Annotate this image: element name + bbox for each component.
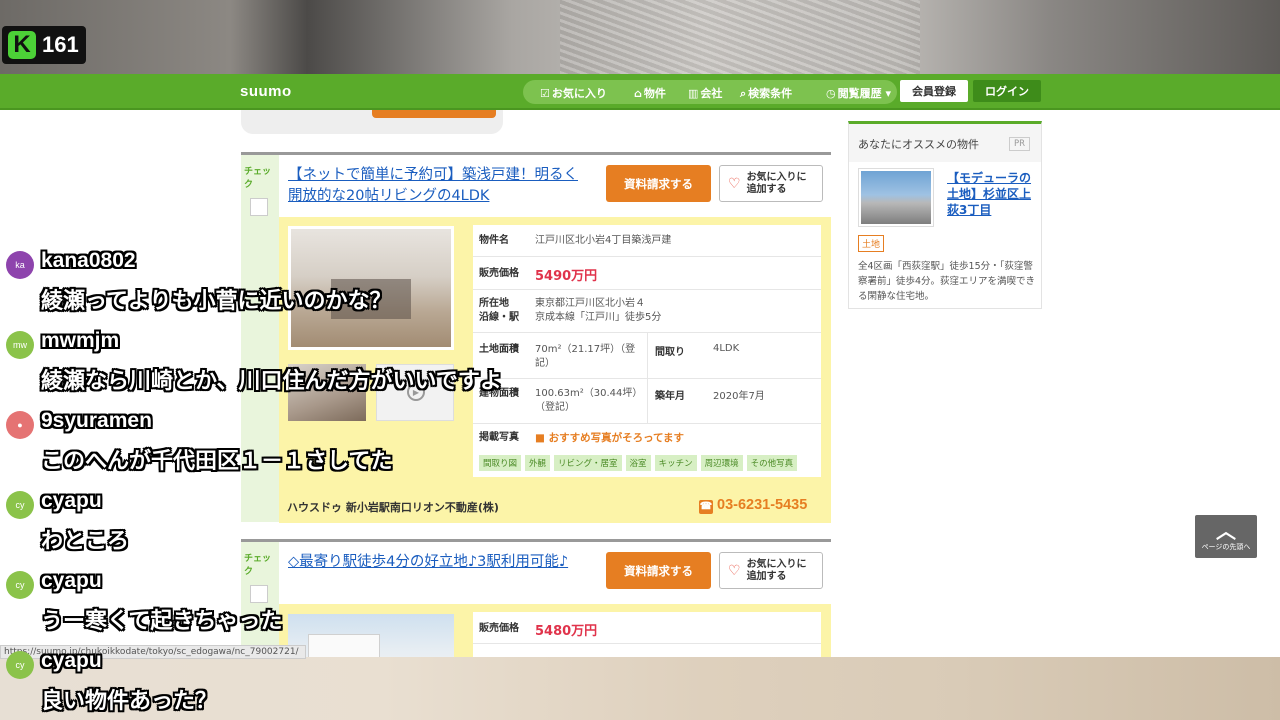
site-header: suumo ☑ お気に入り ⌂ 物件 ▥ 会社 ⌕ 検索条件 ◷ 閲覧履歴 ▾ 会員登録 … <box>0 74 1280 110</box>
search-icon: ⌕ <box>740 87 747 100</box>
photo-chip[interactable]: その他写真 <box>746 455 798 471</box>
check-tag: チェック <box>244 167 272 190</box>
recommendation-photo[interactable] <box>859 169 933 226</box>
detail-row-name: 物件名 江戸川区北小岩4丁目築浅戸建 <box>473 225 821 257</box>
photo-chip[interactable]: リビング・居室 <box>554 455 622 471</box>
chat-username: mwmjm <box>41 329 120 352</box>
photo-chip[interactable]: 周辺環境 <box>700 455 743 471</box>
nav-search-conditions[interactable]: ⌕ 検索条件 <box>740 85 792 101</box>
listing-title-link[interactable]: 【ネットで簡単に予約可】築浅戸建！明るく開放的な20帖リビングの4LDK <box>288 165 588 207</box>
listing-checkbox[interactable] <box>250 198 268 216</box>
recommendation-header: あなたにオススメの物件 PR <box>849 124 1041 162</box>
webcam-bottom <box>0 657 1280 720</box>
chat-text: わところ <box>41 529 130 554</box>
recommendation-link[interactable]: 【モデューラの土地】杉並区上荻3丁目 <box>947 170 1037 218</box>
nav-favorites[interactable]: ☑ お気に入り <box>540 85 607 101</box>
checkbox-icon: ☑ <box>540 87 550 100</box>
recommendation-description: 全4区画「西荻窪駅」徒歩15分・「荻窪警察署前」徒歩4分。荻窪エリアを満喫できる… <box>858 261 1036 302</box>
check-tag: チェック <box>244 554 272 577</box>
register-button[interactable]: 会員登録 <box>900 80 968 102</box>
listing-body: ▶ 物件名 江戸川区北小岩4丁目築浅戸建 販売価格 5490万円 所在地 東京都… <box>279 217 831 523</box>
status-bar-url: https://suumo.jp/chukoikkodate/tokyo/sc_… <box>0 645 306 659</box>
listing-checkbox[interactable] <box>250 585 268 603</box>
house-icon: ⌂ <box>634 87 642 100</box>
user-avatar: cy <box>6 571 34 599</box>
webcam-top <box>0 0 1280 74</box>
user-avatar: mw <box>6 331 34 359</box>
video-thumbnail[interactable]: ▶ <box>376 364 454 421</box>
chat-username: cyapu <box>41 489 102 512</box>
nav-properties[interactable]: ⌂ 物件 <box>634 85 666 101</box>
phone-icon: ☎ <box>699 500 713 514</box>
photo-chip[interactable]: 外観 <box>525 455 551 471</box>
category-tag: 土地 <box>858 235 885 252</box>
pr-badge: PR <box>1009 137 1031 151</box>
photo-chip[interactable]: 浴室 <box>625 455 651 471</box>
detail-row-building: 建物面積 100.63m²（30.44坪）（登記） 築年月 2020年7月 <box>473 379 821 424</box>
chat-username: 9syuramen <box>41 409 152 432</box>
chat-username: cyapu <box>41 569 102 592</box>
listing-title-link[interactable]: ◇最寄り駅徒歩4分の好立地♪3駅利用可能♪ <box>288 552 588 573</box>
add-favorite-button[interactable]: ♡ お気に入りに追加する <box>719 552 823 589</box>
chevron-up-icon: ︿ <box>1216 518 1236 543</box>
back-to-top-button[interactable]: ︿ ページの先頭へ <box>1195 515 1257 558</box>
detail-row-land: 土地面積 70m²（21.17坪）（登記） 間取り 4LDK <box>473 333 821 379</box>
photo-chip[interactable]: キッチン <box>654 455 697 471</box>
user-avatar: ka <box>6 251 34 279</box>
nav-companies[interactable]: ▥ 会社 <box>688 85 722 101</box>
clock-icon: ◷ <box>826 87 836 100</box>
suumo-logo[interactable]: suumo <box>240 83 292 100</box>
request-info-button[interactable]: 資料請求する <box>606 552 711 589</box>
add-favorite-button[interactable]: ♡ お気に入りに追加する <box>719 165 823 202</box>
user-avatar: cy <box>6 491 34 519</box>
phone-number[interactable]: ☎ 03-6231-5435 <box>699 497 807 514</box>
recommendation-title: あなたにオススメの物件 <box>858 138 979 151</box>
property-listing: チェック 【ネットで簡単に予約可】築浅戸建！明るく開放的な20帖リビングの4LD… <box>241 152 831 523</box>
heart-icon: ♡ <box>728 562 741 579</box>
price: 5480万円 <box>535 624 598 639</box>
request-info-button[interactable]: 資料請求する <box>606 165 711 202</box>
property-details: 物件名 江戸川区北小岩4丁目築浅戸建 販売価格 5490万円 所在地 東京都江戸… <box>473 225 821 477</box>
detail-row-price: 販売価格 5480万円 <box>473 612 821 644</box>
recommendation-panel: あなたにオススメの物件 PR 【モデューラの土地】杉並区上荻3丁目 土地 全4区… <box>848 121 1042 309</box>
photo-chip[interactable]: 間取り図 <box>479 455 522 471</box>
previous-listing-footer <box>241 110 503 134</box>
detail-row-address: 所在地 東京都江戸川区北小岩４ 沿線・駅 京成本線「江戸川」徒歩5分 <box>473 290 821 333</box>
user-avatar-icon: ● <box>6 411 34 439</box>
thumbnail-photo[interactable] <box>288 364 366 421</box>
play-icon: ▶ <box>407 383 425 401</box>
heart-icon: ♡ <box>728 175 741 192</box>
camera-icon: ■ <box>535 432 545 444</box>
login-button[interactable]: ログイン <box>973 80 1041 102</box>
nav-history[interactable]: ◷ 閲覧履歴 ▾ <box>826 85 891 101</box>
detail-row-price: 販売価格 5490万円 <box>473 257 821 290</box>
photo-note: ■ おすすめ写真がそろってます <box>535 432 685 444</box>
company-name[interactable]: ハウスドゥ 新小岩駅南口リオン不動産(株) <box>287 499 499 515</box>
kick-logo-icon: K <box>8 31 36 59</box>
viewer-badge: K 161 <box>2 26 86 64</box>
chat-username: kana0802 <box>41 249 136 272</box>
viewer-count: 161 <box>42 32 79 57</box>
main-photo[interactable] <box>288 226 454 350</box>
price: 5490万円 <box>535 269 598 284</box>
building-icon: ▥ <box>688 87 699 100</box>
check-column: チェック <box>241 155 279 522</box>
photo-category-chips: 間取り図 外観 リビング・居室 浴室 キッチン 周辺環境 その他写真 <box>479 455 798 471</box>
